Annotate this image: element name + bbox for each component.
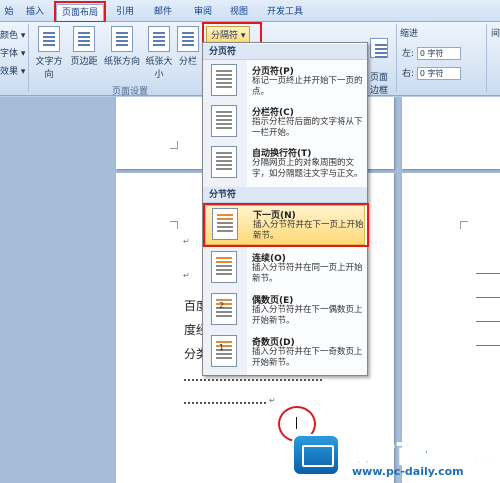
watermark: 电脑百科知识 www.pc-daily.com <box>290 428 500 483</box>
page-line <box>476 345 500 346</box>
breaks-button[interactable]: 分隔符 ▾ <box>206 26 251 43</box>
indent-right-row: 右: 0 字符 <box>402 66 461 80</box>
orientation-button[interactable]: 纸张方向 <box>104 26 140 67</box>
orientation-icon <box>111 26 133 52</box>
indent-left-input[interactable]: 0 字符 <box>416 47 461 60</box>
tab-references[interactable]: 引用 <box>110 4 140 22</box>
menu-item-next-page[interactable]: 下一页(N) 插入分节符并在下一页上开始新节。 <box>205 205 365 245</box>
page-line <box>476 273 500 274</box>
theme-colors[interactable]: 颜色 ▾ <box>0 28 25 41</box>
section-header-page-breaks: 分页符 <box>203 44 367 60</box>
menu-item-odd-page[interactable]: 1 奇数页(D) 插入分节符并在下一奇数页上开始新节。 <box>205 333 365 373</box>
margin-corner <box>460 221 468 229</box>
continuous-icon <box>211 251 237 283</box>
menu-item-text-wrapping-break[interactable]: 自动换行符(T) 分隔网页上的对象周围的文字，如分隔题注文字与正文。 <box>205 144 365 184</box>
section-break-dots <box>184 379 322 381</box>
columns-label: 分栏 <box>178 57 197 67</box>
tab-review[interactable]: 审阅 <box>188 4 218 22</box>
even-page-badge: 2 <box>219 301 225 310</box>
ribbon-tab-bar: 始 插入 页面布局 引用 邮件 审阅 视图 开发工具 <box>0 0 500 22</box>
menu-item-desc: 插入分节符并在下一页上开始新节。 <box>253 220 364 241</box>
text-direction-button[interactable]: 文字方向 <box>32 26 66 80</box>
size-label: 纸张大小 <box>145 57 173 80</box>
tab-view[interactable]: 视图 <box>224 4 254 22</box>
columns-icon <box>177 26 199 52</box>
page-borders-button[interactable]: 页面 边框 <box>366 28 392 96</box>
orientation-label: 纸张方向 <box>104 57 141 67</box>
theme-effects[interactable]: 效果 ▾ <box>0 64 25 77</box>
menu-item-desc: 插入分节符并在下一奇数页上开始新节。 <box>252 347 363 368</box>
margins-label: 页边距 <box>70 57 98 67</box>
page-setup-group-label: 页面设置 <box>111 87 148 97</box>
theme-fonts[interactable]: 字体 ▾ <box>0 46 25 59</box>
group-separator <box>28 24 29 92</box>
next-page-icon <box>212 208 238 240</box>
menu-item-desc: 标记一页终止并开始下一页的点。 <box>252 76 363 97</box>
paragraph-mark: ↵ <box>183 271 190 280</box>
page-borders-label: 页面 边框 <box>369 73 388 96</box>
text-direction-label: 文字方向 <box>35 57 63 80</box>
size-button[interactable]: 纸张大小 <box>142 26 176 80</box>
indent-left-label: 左: <box>402 49 415 59</box>
menu-item-continuous[interactable]: 连续(O) 插入分节符并在同一页上开始新节。 <box>205 249 365 287</box>
indent-left-row: 左: 0 字符 <box>402 46 461 60</box>
paragraph-mark: ↵ <box>183 237 190 246</box>
text-direction-icon <box>38 26 60 52</box>
section-break-dots <box>184 402 266 404</box>
margin-corner <box>170 141 178 149</box>
menu-item-even-page[interactable]: 2 偶数页(E) 插入分节符并在下一偶数页上开始新节。 <box>205 291 365 331</box>
tab-home[interactable]: 始 <box>0 4 18 22</box>
page-break-icon <box>211 64 237 96</box>
menu-item-desc: 插入分节符并在下一偶数页上开始新节。 <box>252 305 363 326</box>
page-line <box>476 297 500 298</box>
indent-label: 缩进 <box>400 29 419 39</box>
margins-icon <box>73 26 95 52</box>
text-wrapping-icon <box>211 146 237 178</box>
menu-item-page-break[interactable]: 分页符(P) 标记一页终止并开始下一页的点。 <box>205 62 365 100</box>
monitor-logo-icon <box>292 434 340 476</box>
breaks-dropdown-menu: 分页符 分页符(P) 标记一页终止并开始下一页的点。 分栏符(C) 指示分栏符后… <box>202 42 368 376</box>
watermark-title: 电脑百科知识 <box>346 440 496 469</box>
tab-insert[interactable]: 插入 <box>20 4 50 22</box>
menu-item-desc: 指示分栏符后面的文字将从下一栏开始。 <box>252 117 363 138</box>
menu-item-column-break[interactable]: 分栏符(C) 指示分栏符后面的文字将从下一栏开始。 <box>205 103 365 141</box>
menu-item-desc: 分隔网页上的对象周围的文字，如分隔题注文字与正文。 <box>252 158 363 179</box>
spacing-label: 间 <box>491 29 500 39</box>
group-separator <box>396 24 397 92</box>
size-icon <box>148 26 170 52</box>
margin-corner <box>170 221 178 229</box>
page-line <box>476 321 500 322</box>
paragraph-mark: ↵ <box>269 396 276 405</box>
page-borders-icon <box>370 38 388 58</box>
odd-page-badge: 1 <box>219 343 225 352</box>
menu-item-desc: 插入分节符并在同一页上开始新节。 <box>252 263 363 284</box>
columns-button[interactable]: 分栏 <box>176 26 200 67</box>
watermark-url: www.pc-daily.com <box>352 465 464 478</box>
group-separator <box>486 24 487 92</box>
indent-right-label: 右: <box>402 69 415 79</box>
tab-mailings[interactable]: 邮件 <box>148 4 178 22</box>
tab-page-layout[interactable]: 页面布局 <box>56 4 104 22</box>
tab-developer[interactable]: 开发工具 <box>262 4 308 22</box>
column-break-icon <box>211 105 237 137</box>
margins-button[interactable]: 页边距 <box>68 26 100 67</box>
section-header-section-breaks: 分节符 <box>203 187 367 203</box>
indent-right-input[interactable]: 0 字符 <box>416 67 461 80</box>
page-2 <box>402 97 500 169</box>
